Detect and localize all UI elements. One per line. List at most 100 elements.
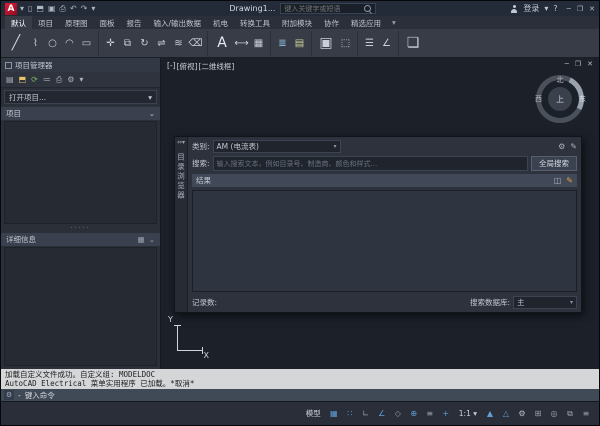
project-tree-area[interactable] xyxy=(4,121,157,224)
viewcube-north-label[interactable]: 北 xyxy=(557,75,564,85)
help-button[interactable]: ? xyxy=(553,4,557,13)
polyline-icon[interactable]: ⌇ xyxy=(27,34,44,52)
annotation-autoscale-icon[interactable]: △ xyxy=(499,406,513,422)
snap-icon[interactable]: ∷ xyxy=(343,406,357,422)
viewcube-west-label[interactable]: 西 xyxy=(535,94,542,104)
chevron-down-icon[interactable]: ▾ xyxy=(148,93,152,102)
visual-style-control[interactable]: [二维线框] xyxy=(198,61,234,72)
database-select[interactable]: 主 ▾ xyxy=(513,296,577,309)
insert-block-icon[interactable]: ▣ xyxy=(315,30,337,56)
ribbon-tool-icon[interactable] xyxy=(270,31,271,56)
results-columns-icon[interactable]: ◫ xyxy=(554,176,562,185)
project-manager-titlebar[interactable]: 项目管理器 xyxy=(1,58,160,72)
user-icon[interactable] xyxy=(510,5,518,13)
signin-caret-icon[interactable]: ▾ xyxy=(544,4,548,13)
layers-icon[interactable]: ≣ xyxy=(274,34,291,52)
measure-icon[interactable]: ∠ xyxy=(378,34,395,52)
project-menu-caret-icon[interactable]: ▾ xyxy=(79,75,83,84)
results-edit-icon[interactable]: ✎ xyxy=(566,176,573,185)
new-file-icon[interactable]: ▯ xyxy=(28,4,32,13)
polar-tracking-icon[interactable]: ∠ xyxy=(375,406,389,422)
details-list-icon[interactable]: ▦ xyxy=(138,235,145,244)
plot-icon[interactable]: ⎙ xyxy=(60,4,66,14)
ribbon-tool-icon[interactable] xyxy=(311,31,312,56)
ribbon-tab[interactable]: 输入/输出数据 xyxy=(148,16,208,29)
help-search-input[interactable] xyxy=(284,5,362,13)
arc-icon[interactable]: ◠ xyxy=(61,34,78,52)
qat-customize-caret-icon[interactable]: ▾ xyxy=(91,4,95,13)
table-icon[interactable]: ▦ xyxy=(250,34,267,52)
create-block-icon[interactable]: ⬚ xyxy=(337,34,354,52)
search-icon[interactable] xyxy=(364,5,372,13)
chevron-down-icon[interactable]: ▾ xyxy=(570,299,573,306)
details-section-header[interactable]: 详细信息 ▦⌄ xyxy=(1,233,160,246)
close-button[interactable]: ✕ xyxy=(589,5,595,13)
model-space-button[interactable]: 模型 xyxy=(302,406,325,422)
open-project-icon[interactable]: ⬒ xyxy=(19,75,27,84)
customize-icon[interactable]: ≡ xyxy=(579,406,593,422)
open-file-icon[interactable]: ⬒ xyxy=(36,4,44,13)
catalog-search-input[interactable] xyxy=(213,156,528,171)
results-list[interactable] xyxy=(192,190,577,292)
chevron-down-icon[interactable]: ▾ xyxy=(334,143,337,150)
command-history[interactable]: 加载自定义文件成功。自定义组: MODELDOCAutoCAD Electric… xyxy=(1,369,599,389)
layer-properties-icon[interactable]: ▤ xyxy=(291,34,308,52)
isodraft-icon[interactable]: ◇ xyxy=(391,406,405,422)
viewport-menu-control[interactable]: [-] xyxy=(167,61,176,72)
command-input-row[interactable]: ⚙ - 键入命令 xyxy=(1,389,599,401)
ribbon-tab[interactable]: 精选应用 xyxy=(345,16,387,29)
viewcube-top-face[interactable]: 上 xyxy=(548,87,572,111)
help-search-box[interactable] xyxy=(280,3,376,14)
panel-resize-handle[interactable]: ····· xyxy=(1,225,160,232)
global-search-button[interactable]: 全局搜索 xyxy=(531,156,577,171)
chevron-down-icon[interactable]: ⌄ xyxy=(149,109,155,118)
ribbon-tab[interactable]: 机电 xyxy=(207,16,234,29)
viewcube-east-label[interactable]: 东 xyxy=(579,94,586,104)
autocad-logo-icon[interactable]: A xyxy=(5,3,17,15)
ribbon-tool-icon[interactable] xyxy=(398,31,399,56)
catalog-settings-gear-icon[interactable]: ⚙ xyxy=(558,142,565,151)
ribbon-tab[interactable]: 附加模块 xyxy=(276,16,318,29)
ribbon-tab[interactable]: 转换工具 xyxy=(234,16,276,29)
properties-icon[interactable]: ☰ xyxy=(361,34,378,52)
new-project-icon[interactable]: ▤ xyxy=(6,75,14,84)
viewcube[interactable]: 上 北 西 东 xyxy=(533,72,587,126)
category-select[interactable]: AM (电流表) ▾ xyxy=(213,140,341,153)
doc-restore-button[interactable]: ❐ xyxy=(575,60,581,68)
clean-screen-icon[interactable]: ⧉ xyxy=(563,406,577,422)
ribbon-tab[interactable]: 原理图 xyxy=(59,16,94,29)
drawing-canvas[interactable]: [-][俯视][二维线框] ─❐✕ 上 北 西 东 ⇔▾ 目录浏览器 类别: xyxy=(161,58,599,369)
paste-icon[interactable]: ❏ xyxy=(402,30,424,56)
catalog-edit-icon[interactable]: ✎ xyxy=(570,142,577,151)
app-menu-caret-icon[interactable]: ▾ xyxy=(20,4,24,13)
open-project-combobox[interactable]: 打开项目... ▾ xyxy=(4,90,157,104)
publish-icon[interactable]: ⎙ xyxy=(56,75,62,85)
wrench-icon[interactable]: ⚙ xyxy=(4,390,14,400)
ribbon-tab[interactable]: 默认 xyxy=(5,16,32,29)
save-icon[interactable]: ▣ xyxy=(48,4,56,13)
ribbon-tab[interactable]: 项目 xyxy=(32,16,59,29)
ribbon-tool-icon[interactable] xyxy=(357,31,358,56)
view-control[interactable]: [俯视] xyxy=(177,61,198,72)
doc-close-button[interactable]: ✕ xyxy=(587,60,593,68)
text-icon[interactable]: A xyxy=(211,30,233,56)
lineweight-icon[interactable]: ≡ xyxy=(423,406,437,422)
annotation-monitor-icon[interactable]: ⊞ xyxy=(531,406,545,422)
copy-icon[interactable]: ⧉ xyxy=(119,34,136,52)
task-list-icon[interactable]: ≔ xyxy=(43,75,51,84)
minimize-button[interactable]: ─ xyxy=(567,5,571,13)
command-prompt[interactable]: 键入命令 xyxy=(25,390,55,401)
restore-button[interactable]: ❐ xyxy=(577,5,583,13)
rotate-icon[interactable]: ↻ xyxy=(136,34,153,52)
redo-icon[interactable]: ↷ xyxy=(81,4,88,13)
mirror-icon[interactable]: ⇌ xyxy=(153,34,170,52)
workspace-gear-icon[interactable]: ⚙ xyxy=(515,406,529,422)
rectangle-icon[interactable]: ▭ xyxy=(78,34,95,52)
ribbon-tool-icon[interactable] xyxy=(98,31,99,56)
signin-button[interactable]: 登录 xyxy=(523,3,539,14)
ortho-icon[interactable]: ∟ xyxy=(359,406,373,422)
ribbon-tab[interactable]: 报告 xyxy=(121,16,148,29)
refresh-project-icon[interactable]: ⟳ xyxy=(31,75,38,84)
offset-icon[interactable]: ≋ xyxy=(170,34,187,52)
line-icon[interactable]: ╱ xyxy=(5,30,27,56)
